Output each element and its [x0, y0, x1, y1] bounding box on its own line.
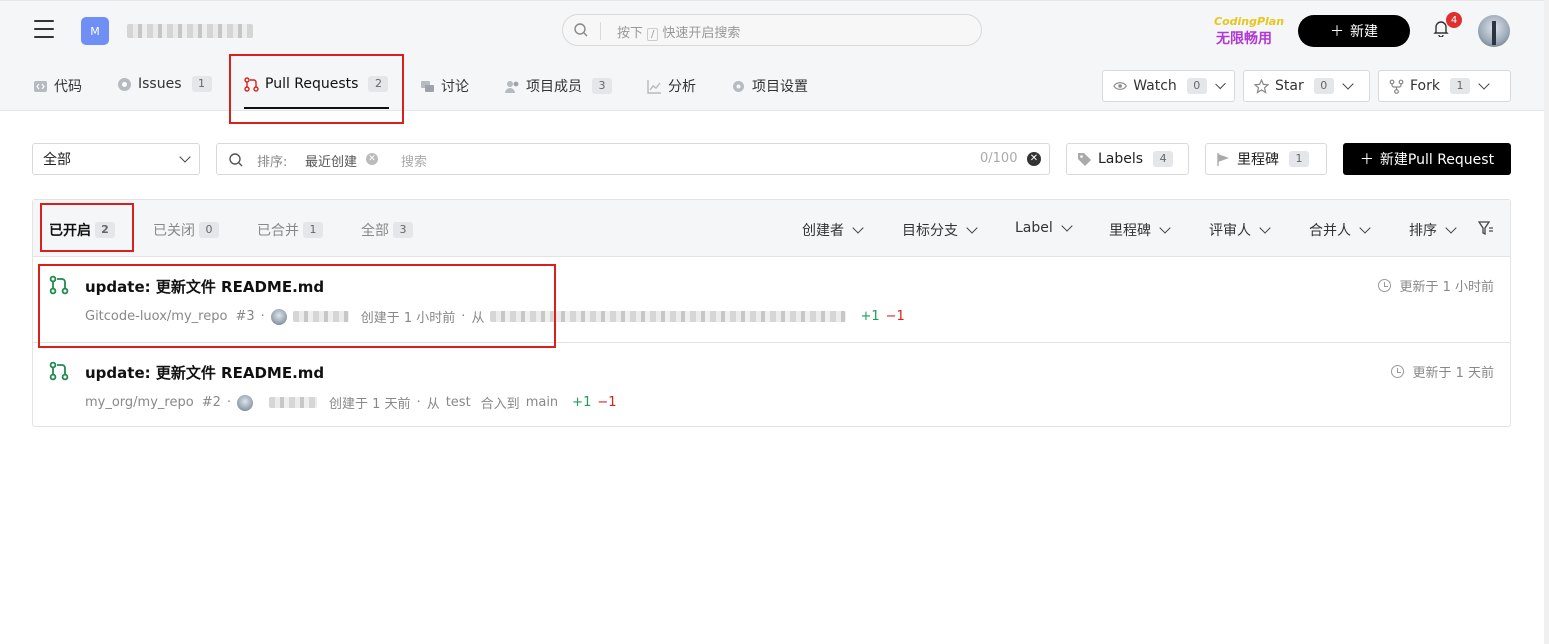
sort-value[interactable]: 最近创建: [305, 151, 357, 170]
scope-select[interactable]: 全部: [32, 143, 200, 175]
menu-icon[interactable]: [34, 20, 54, 38]
plus-icon: ＋: [1330, 24, 1344, 40]
deletions-count: −1: [597, 395, 617, 410]
tab-members[interactable]: 项目成员 3: [505, 76, 612, 96]
pr-updated-time: 更新于 1 天前: [1391, 362, 1494, 381]
pr-repo-link[interactable]: my_org/my_repo: [85, 395, 194, 410]
additions-count: +1: [860, 309, 880, 324]
pr-number: #2: [201, 395, 221, 410]
filter-merger[interactable]: 合并人: [1309, 220, 1371, 240]
search-icon: [229, 153, 243, 167]
tab-analytics[interactable]: 分析: [647, 76, 696, 96]
global-search[interactable]: 按下 / 快速开启搜索: [562, 14, 982, 46]
char-counter: 0/100: [980, 151, 1018, 166]
filter-target-branch[interactable]: 目标分支: [902, 220, 978, 240]
issue-icon: [118, 77, 131, 91]
search-icon: [573, 22, 601, 40]
fork-button[interactable]: Fork 1: [1378, 70, 1511, 102]
code-icon: [34, 80, 47, 92]
fork-icon: [1389, 79, 1404, 94]
highlight-box-pr-tab: [229, 54, 404, 124]
tab-code[interactable]: 代码: [33, 76, 82, 96]
search-placeholder[interactable]: 搜索: [401, 151, 427, 170]
project-name-redacted[interactable]: [127, 24, 253, 38]
filter-reviewer[interactable]: 评审人: [1209, 220, 1271, 240]
merge-label: 合入到: [480, 397, 520, 412]
filter-author[interactable]: 创建者: [802, 220, 864, 240]
filter-milestone[interactable]: 里程碑: [1109, 220, 1171, 240]
plus-icon: ＋: [1359, 152, 1374, 168]
chevron-down-icon: [1359, 222, 1371, 234]
source-branch[interactable]: test: [446, 395, 471, 410]
chevron-down-icon: [1061, 220, 1073, 232]
chevron-down-icon: [1478, 78, 1490, 90]
star-icon: [1254, 78, 1269, 94]
highlight-box-first-pr: [38, 264, 556, 348]
codingplan-promo[interactable]: CodingPlan 无限畅用: [1212, 15, 1284, 47]
chevron-down-icon: [852, 222, 864, 234]
author-name-redacted[interactable]: [269, 397, 317, 408]
state-tab-closed[interactable]: 已关闭 0: [153, 220, 219, 240]
new-button[interactable]: ＋新建: [1298, 15, 1410, 47]
members-icon: [505, 80, 519, 93]
labels-button[interactable]: Labels 4: [1066, 143, 1189, 175]
clear-search-icon[interactable]: ✕: [1027, 152, 1041, 166]
project-avatar[interactable]: M: [81, 17, 109, 45]
sort-label: 排序:: [257, 155, 288, 170]
chevron-down-icon: [179, 151, 191, 163]
scrollbar[interactable]: [1544, 0, 1549, 644]
highlight-box-open-tab: [40, 203, 134, 252]
clear-sort-icon[interactable]: ✕: [366, 153, 378, 165]
state-tab-merged[interactable]: 已合并 1: [257, 220, 323, 240]
filter-sort[interactable]: 排序: [1409, 220, 1457, 240]
target-branch[interactable]: main: [526, 395, 558, 410]
pr-updated-time: 更新于 1 小时前: [1378, 276, 1494, 295]
watch-button[interactable]: Watch 0: [1102, 70, 1235, 102]
milestone-flag-icon: [1217, 152, 1229, 166]
pr-title-link[interactable]: update: 更新文件 README.md: [85, 362, 324, 383]
chevron-down-icon: [1445, 222, 1457, 234]
top-header: M 按下 / 快速开启搜索 CodingPlan 无限畅用 ＋新建 4: [0, 0, 1549, 58]
filter-icon[interactable]: [1478, 221, 1494, 236]
tab-settings[interactable]: 项目设置: [731, 76, 808, 96]
star-button[interactable]: Star 0: [1243, 70, 1370, 102]
milestones-button[interactable]: 里程碑 1: [1205, 143, 1327, 175]
eye-icon: [1113, 82, 1127, 90]
deletions-count: −1: [885, 309, 905, 324]
chevron-down-icon: [1259, 222, 1271, 234]
chevron-down-icon: [1215, 78, 1226, 90]
open-pr-icon: [49, 361, 69, 381]
tag-icon: [1078, 152, 1091, 166]
notification-badge: 4: [1446, 12, 1462, 28]
pr-created-time: 创建于 1 天前: [329, 397, 411, 412]
tab-issues[interactable]: Issues 1: [117, 76, 212, 92]
additions-count: +1: [572, 395, 592, 410]
tab-discussions[interactable]: 讨论: [420, 76, 469, 96]
clock-icon: [1391, 365, 1405, 378]
discussion-icon: [421, 80, 434, 92]
user-avatar[interactable]: [1478, 15, 1510, 47]
from-label: 从: [426, 397, 440, 412]
search-hint: 按下 / 快速开启搜索: [617, 26, 741, 41]
author-avatar[interactable]: [237, 394, 253, 411]
chevron-down-icon: [966, 222, 978, 234]
pull-request-row[interactable]: update: 更新文件 README.md my_org/my_repo #2…: [33, 342, 1510, 427]
list-header: 已开启 2 已关闭 0 已合并 1 全部 3 创建者 目标分支 Label 里程碑 评审…: [33, 200, 1510, 257]
new-pull-request-button[interactable]: ＋新建Pull Request: [1343, 143, 1511, 175]
chevron-down-icon: [1342, 78, 1354, 90]
gear-icon: [733, 80, 744, 92]
clock-icon: [1378, 279, 1392, 292]
chevron-down-icon: [1159, 222, 1171, 234]
pr-meta: my_org/my_repo #2 · 创建于 1 天前 · 从 test 合入…: [85, 394, 617, 412]
filter-label[interactable]: Label: [1015, 220, 1073, 236]
state-tab-all[interactable]: 全部 3: [361, 220, 413, 240]
chart-icon: [647, 79, 661, 94]
pr-search-field[interactable]: 排序: 最近创建 ✕ 搜索 0/100 ✕: [216, 143, 1050, 175]
